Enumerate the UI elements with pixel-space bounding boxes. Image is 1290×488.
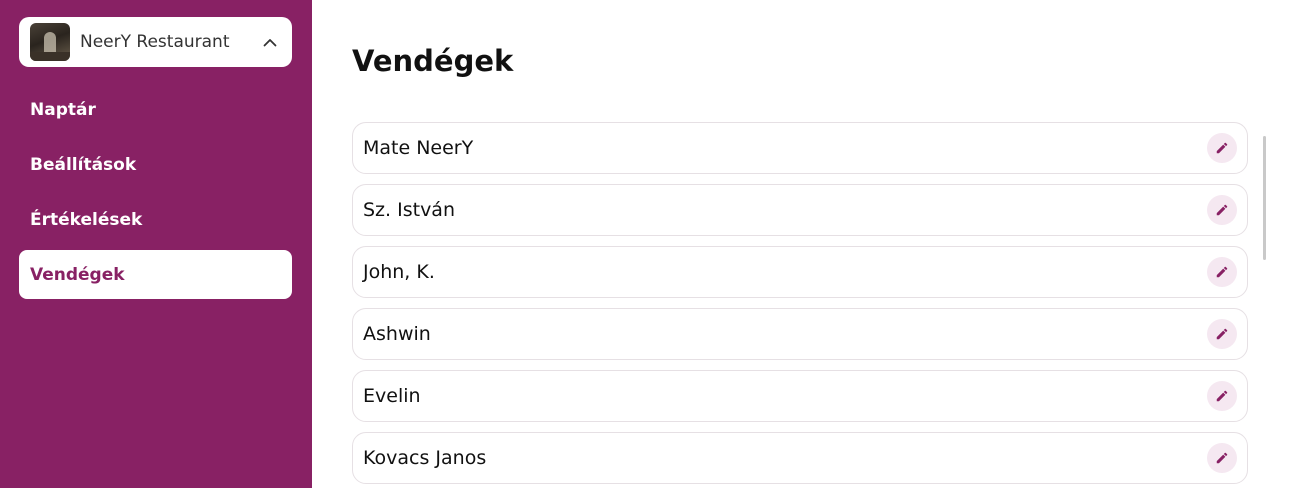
sidebar-item-ertekelesek[interactable]: Értékelések xyxy=(19,195,292,244)
restaurant-switcher[interactable]: NeerY Restaurant xyxy=(19,17,292,67)
list-item[interactable]: Sz. István xyxy=(352,184,1248,236)
edit-button[interactable] xyxy=(1207,257,1237,287)
guest-name: Mate NeerY xyxy=(363,137,474,159)
pencil-icon xyxy=(1216,452,1228,464)
guest-name: Kovacs Janos xyxy=(363,447,487,469)
sidebar-item-label: Értékelések xyxy=(30,209,143,230)
guest-name: Ashwin xyxy=(363,323,431,345)
sidebar: NeerY Restaurant Naptár Beállítások Érté… xyxy=(0,0,312,488)
guest-name: Evelin xyxy=(363,385,421,407)
edit-button[interactable] xyxy=(1207,133,1237,163)
edit-button[interactable] xyxy=(1207,195,1237,225)
guest-name: Sz. István xyxy=(363,199,455,221)
guest-name: John, K. xyxy=(363,261,435,283)
pencil-icon xyxy=(1216,390,1228,402)
pencil-icon xyxy=(1216,142,1228,154)
edit-button[interactable] xyxy=(1207,443,1237,473)
list-item[interactable]: John, K. xyxy=(352,246,1248,298)
app: NeerY Restaurant Naptár Beállítások Érté… xyxy=(0,0,1290,488)
page-title: Vendégek xyxy=(352,44,514,78)
edit-button[interactable] xyxy=(1207,381,1237,411)
restaurant-avatar xyxy=(30,23,70,61)
chevron-up-icon xyxy=(260,32,280,52)
pencil-icon xyxy=(1216,204,1228,216)
main-content: Vendégek Mate NeerY Sz. István John, K. xyxy=(312,0,1290,488)
sidebar-nav: Naptár Beállítások Értékelések Vendégek xyxy=(19,85,292,299)
list-item[interactable]: Kovacs Janos xyxy=(352,432,1248,484)
pencil-icon xyxy=(1216,328,1228,340)
sidebar-item-label: Naptár xyxy=(30,99,96,120)
list-item[interactable]: Mate NeerY xyxy=(352,122,1248,174)
sidebar-item-naptar[interactable]: Naptár xyxy=(19,85,292,134)
list-item[interactable]: Ashwin xyxy=(352,308,1248,360)
pencil-icon xyxy=(1216,266,1228,278)
sidebar-item-beallitasok[interactable]: Beállítások xyxy=(19,140,292,189)
list-item[interactable]: Evelin xyxy=(352,370,1248,422)
sidebar-item-label: Vendégek xyxy=(30,264,125,285)
guest-list: Mate NeerY Sz. István John, K. Ashwin Ev… xyxy=(352,122,1248,484)
edit-button[interactable] xyxy=(1207,319,1237,349)
restaurant-name: NeerY Restaurant xyxy=(80,32,230,52)
sidebar-item-label: Beállítások xyxy=(30,154,137,175)
scrollbar[interactable] xyxy=(1263,136,1266,260)
sidebar-item-vendegek[interactable]: Vendégek xyxy=(19,250,292,299)
